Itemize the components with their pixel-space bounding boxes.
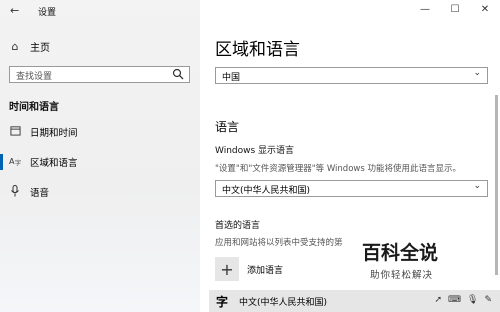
language-features: ➚ ⌨ 🎙 ✎	[434, 295, 492, 305]
region-language-icon: A字	[8, 155, 22, 169]
title-bar: ← 设置	[0, 0, 200, 22]
active-indicator	[0, 154, 3, 170]
maximize-button[interactable]: ☐	[440, 0, 470, 22]
language-name: 中文(中华人民共和国)	[239, 298, 328, 308]
add-language-label: 添加语言	[247, 265, 284, 276]
display-feature-icon: ➚	[434, 295, 443, 305]
sidebar-item-speech[interactable]: 语音	[0, 183, 200, 201]
svg-text:字: 字	[15, 159, 21, 166]
display-language-dropdown[interactable]: 中文(中华人民共和国) ⌄	[215, 180, 488, 197]
close-button[interactable]: ✕	[470, 0, 500, 22]
watermark-title: 百科全说	[362, 242, 439, 264]
sidebar-item-label: 语音	[30, 188, 50, 199]
add-language-button[interactable]: + 添加语言	[215, 257, 283, 281]
search-placeholder: 查找设置	[16, 72, 53, 82]
app-title: 设置	[38, 8, 57, 18]
chevron-down-icon: ⌄	[473, 68, 481, 78]
chevron-down-icon: ⌄	[473, 181, 481, 191]
display-language-value: 中文(中华人民共和国)	[222, 186, 311, 196]
language-section-title: 语言	[215, 120, 240, 134]
display-language-desc: "设置"和"文件资源管理器"等 Windows 功能将使用此语言显示。	[215, 164, 461, 174]
nav-home-label: 主页	[30, 42, 50, 54]
back-arrow-icon[interactable]: ←	[10, 5, 24, 17]
country-dropdown[interactable]: 中国 ⌄	[215, 67, 488, 84]
nav-home[interactable]: ⌂ 主页	[8, 38, 51, 54]
language-glyph: 字	[216, 295, 229, 309]
country-value: 中国	[222, 73, 241, 83]
speech-feature-icon: 🎙	[467, 295, 479, 305]
search-icon[interactable]	[172, 68, 184, 80]
display-language-label: Windows 显示语言	[215, 146, 295, 156]
sidebar-item-region-language[interactable]: A字 区域和语言	[0, 153, 200, 171]
microphone-icon	[8, 184, 22, 200]
handwriting-feature-icon: ✎	[484, 295, 492, 305]
language-list-item[interactable]: 字 中文(中华人民共和国) ➚ ⌨ 🎙 ✎	[209, 290, 500, 312]
preferred-languages-label: 首选的语言	[215, 221, 261, 231]
scrollbar[interactable]	[495, 95, 498, 275]
preferred-languages-desc: 应用和网站将以列表中受支持的第	[215, 238, 343, 248]
watermark-subtitle: 助你轻松解决	[370, 270, 434, 281]
watermark-logo: 百科全说 助你轻松解决	[362, 238, 462, 281]
sidebar-item-label: 日期和时间	[30, 128, 78, 139]
sidebar-item-date-time[interactable]: 日期和时间	[0, 123, 200, 141]
sidebar: ← 设置 ⌂ 主页 查找设置 时间和语言 日期和时间 A字 区域和语言 语音	[0, 0, 200, 312]
page-title: 区域和语言	[215, 40, 300, 60]
plus-icon: +	[215, 257, 239, 281]
window-controls: — ☐ ✕	[410, 0, 500, 22]
home-icon: ⌂	[11, 39, 19, 53]
clock-icon	[8, 125, 22, 139]
search-input[interactable]: 查找设置	[9, 66, 190, 83]
sidebar-item-label: 区域和语言	[30, 158, 78, 169]
section-header: 时间和语言	[9, 102, 59, 113]
keyboard-feature-icon: ⌨	[448, 295, 462, 305]
minimize-button[interactable]: —	[410, 0, 440, 22]
